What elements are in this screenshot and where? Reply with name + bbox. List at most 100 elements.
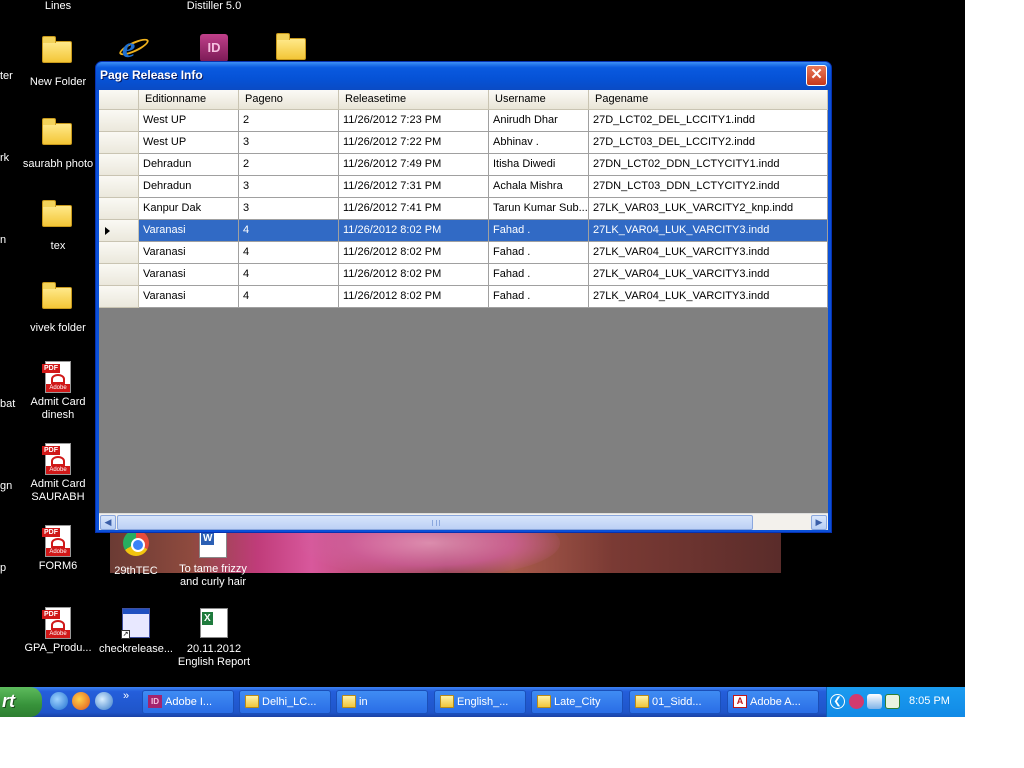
cell-page-no[interactable]: 2 (239, 110, 339, 132)
desktop-icon-lines[interactable]: Lines (18, 0, 98, 13)
cell-username[interactable]: Abhinav . (489, 132, 589, 154)
cell-username[interactable]: Fahad . (489, 264, 589, 286)
cell-page-no[interactable]: 3 (239, 176, 339, 198)
cell-edition-name[interactable]: Varanasi (139, 264, 239, 286)
task-adobe-indesign[interactable]: ID Adobe I... (142, 690, 234, 714)
internet-explorer-icon[interactable] (50, 692, 68, 710)
cell-edition-name[interactable]: Varanasi (139, 242, 239, 264)
task-late-city[interactable]: Late_City (531, 690, 623, 714)
row-header[interactable] (99, 264, 139, 286)
scroll-right-button[interactable]: ▶ (811, 515, 827, 530)
column-header-page-no[interactable]: Pageno (239, 90, 339, 110)
cell-release-time[interactable]: 11/26/2012 8:02 PM (339, 286, 489, 308)
cell-edition-name[interactable]: Varanasi (139, 286, 239, 308)
network-icon[interactable] (867, 694, 882, 709)
desktop-icon-checkrelease[interactable]: ↗ checkrelease... (96, 607, 176, 656)
table-row[interactable]: Dehradun 2 11/26/2012 7:49 PM Itisha Diwedi… (99, 154, 828, 176)
cell-page-name[interactable]: 27LK_VAR03_LUK_VARCITY2_knp.indd (589, 198, 828, 220)
cell-release-time[interactable]: 11/26/2012 8:02 PM (339, 220, 489, 242)
cell-release-time[interactable]: 11/26/2012 8:02 PM (339, 242, 489, 264)
cell-username[interactable]: Itisha Diwedi (489, 154, 589, 176)
cell-edition-name[interactable]: Kanpur Dak (139, 198, 239, 220)
table-row[interactable]: Varanasi 4 11/26/2012 8:02 PM Fahad . 27LK_V… (99, 286, 828, 308)
cell-page-no[interactable]: 4 (239, 220, 339, 242)
select-all-corner[interactable] (99, 90, 139, 110)
cell-page-no[interactable]: 4 (239, 286, 339, 308)
v2-tray-icon[interactable] (885, 694, 900, 709)
row-header[interactable] (99, 198, 139, 220)
desktop-icon-saurabh-photo[interactable]: saurabh photo (18, 117, 98, 171)
desktop-icon-new-folder[interactable]: New Folder (18, 35, 98, 89)
cell-page-no[interactable]: 4 (239, 242, 339, 264)
chevron-left-icon[interactable]: ❮ (830, 694, 845, 709)
column-header-edition-name[interactable]: Editionname (139, 90, 239, 110)
cell-username[interactable]: Tarun Kumar Sub... (489, 198, 589, 220)
scrollbar-thumb[interactable] (117, 515, 753, 530)
table-row[interactable]: Dehradun 3 11/26/2012 7:31 PM Achala Mishra… (99, 176, 828, 198)
horizontal-scrollbar[interactable]: ◀ ▶ (99, 513, 828, 530)
table-row[interactable]: Varanasi 4 11/26/2012 8:02 PM Fahad . 27LK_V… (99, 220, 828, 242)
cell-page-name[interactable]: 27DN_LCT03_DDN_LCTYCITY2.indd (589, 176, 828, 198)
column-header-release-time[interactable]: Releasetime (339, 90, 489, 110)
cell-release-time[interactable]: 11/26/2012 7:31 PM (339, 176, 489, 198)
row-header[interactable] (99, 286, 139, 308)
cell-release-time[interactable]: 11/26/2012 7:49 PM (339, 154, 489, 176)
cell-page-name[interactable]: 27D_LCT02_DEL_LCCITY1.indd (589, 110, 828, 132)
cell-release-time[interactable]: 11/26/2012 7:23 PM (339, 110, 489, 132)
indesign-tray-icon[interactable] (849, 694, 864, 709)
cell-username[interactable]: Anirudh Dhar (489, 110, 589, 132)
cell-release-time[interactable]: 11/26/2012 7:22 PM (339, 132, 489, 154)
cell-page-name[interactable]: 27LK_VAR04_LUK_VARCITY3.indd (589, 286, 828, 308)
cell-page-no[interactable]: 3 (239, 132, 339, 154)
table-row[interactable]: West UP 3 11/26/2012 7:22 PM Abhinav . 27D_L… (99, 132, 828, 154)
scroll-left-button[interactable]: ◀ (100, 515, 116, 530)
row-header[interactable] (99, 220, 139, 242)
desktop-icon-tame-frizzy[interactable]: W To tame frizzy and curly hair (173, 527, 253, 589)
desktop-icon-english-report[interactable]: X 20.11.2012 English Report (174, 607, 254, 669)
firefox-icon[interactable] (72, 692, 90, 710)
cell-username[interactable]: Fahad . (489, 286, 589, 308)
row-header[interactable] (99, 110, 139, 132)
table-row[interactable]: Varanasi 4 11/26/2012 8:02 PM Fahad . 27LK_V… (99, 264, 828, 286)
row-header[interactable] (99, 132, 139, 154)
desktop-icon-distiller[interactable]: Distiller 5.0 (174, 0, 254, 13)
cell-page-no[interactable]: 2 (239, 154, 339, 176)
table-row[interactable]: Varanasi 4 11/26/2012 8:02 PM Fahad . 27LK_V… (99, 242, 828, 264)
desktop-icon-vivek-folder[interactable]: vivek folder (18, 281, 98, 335)
cell-edition-name[interactable]: West UP (139, 110, 239, 132)
cell-page-name[interactable]: 27LK_VAR04_LUK_VARCITY3.indd (589, 220, 828, 242)
task-01-sidd[interactable]: 01_Sidd... (629, 690, 721, 714)
cell-edition-name[interactable]: Dehradun (139, 154, 239, 176)
desktop-icon-form6[interactable]: PDF Adobe FORM6 (18, 525, 98, 573)
desktop-icon-29thtec[interactable]: 29thTEC (96, 527, 176, 578)
outlook-express-icon[interactable] (95, 692, 113, 710)
desktop-icon-admit-card-saurabh[interactable]: PDF Adobe Admit Card SAURABH (18, 443, 98, 504)
cell-edition-name[interactable]: West UP (139, 132, 239, 154)
cell-page-no[interactable]: 3 (239, 198, 339, 220)
window-titlebar[interactable]: Page Release Info ✕ (96, 62, 831, 90)
cell-page-name[interactable]: 27D_LCT03_DEL_LCCITY2.indd (589, 132, 828, 154)
cell-username[interactable]: Fahad . (489, 220, 589, 242)
quicklaunch-more-icon[interactable]: » (123, 690, 129, 702)
table-row[interactable]: Kanpur Dak 3 11/26/2012 7:41 PM Tarun Kumar… (99, 198, 828, 220)
task-delhi-lc[interactable]: Delhi_LC... (239, 690, 331, 714)
desktop-icon-admit-card-dinesh[interactable]: PDF Adobe Admit Card dinesh (18, 361, 98, 422)
cell-page-name[interactable]: 27LK_VAR04_LUK_VARCITY3.indd (589, 242, 828, 264)
cell-username[interactable]: Achala Mishra (489, 176, 589, 198)
table-row[interactable]: West UP 2 11/26/2012 7:23 PM Anirudh Dhar 27… (99, 110, 828, 132)
start-button[interactable]: rt (0, 687, 42, 717)
cell-edition-name[interactable]: Varanasi (139, 220, 239, 242)
cell-username[interactable]: Fahad . (489, 242, 589, 264)
cell-edition-name[interactable]: Dehradun (139, 176, 239, 198)
row-header[interactable] (99, 242, 139, 264)
column-header-username[interactable]: Username (489, 90, 589, 110)
column-header-page-name[interactable]: Pagename (589, 90, 828, 110)
task-adobe-acrobat[interactable]: A Adobe A... (727, 690, 819, 714)
close-button[interactable]: ✕ (806, 65, 827, 86)
row-header[interactable] (99, 176, 139, 198)
cell-page-no[interactable]: 4 (239, 264, 339, 286)
desktop-icon-gpa-produ[interactable]: PDF Adobe GPA_Produ... (18, 607, 98, 655)
task-in[interactable]: in (336, 690, 428, 714)
cell-page-name[interactable]: 27DN_LCT02_DDN_LCTYCITY1.indd (589, 154, 828, 176)
cell-release-time[interactable]: 11/26/2012 8:02 PM (339, 264, 489, 286)
